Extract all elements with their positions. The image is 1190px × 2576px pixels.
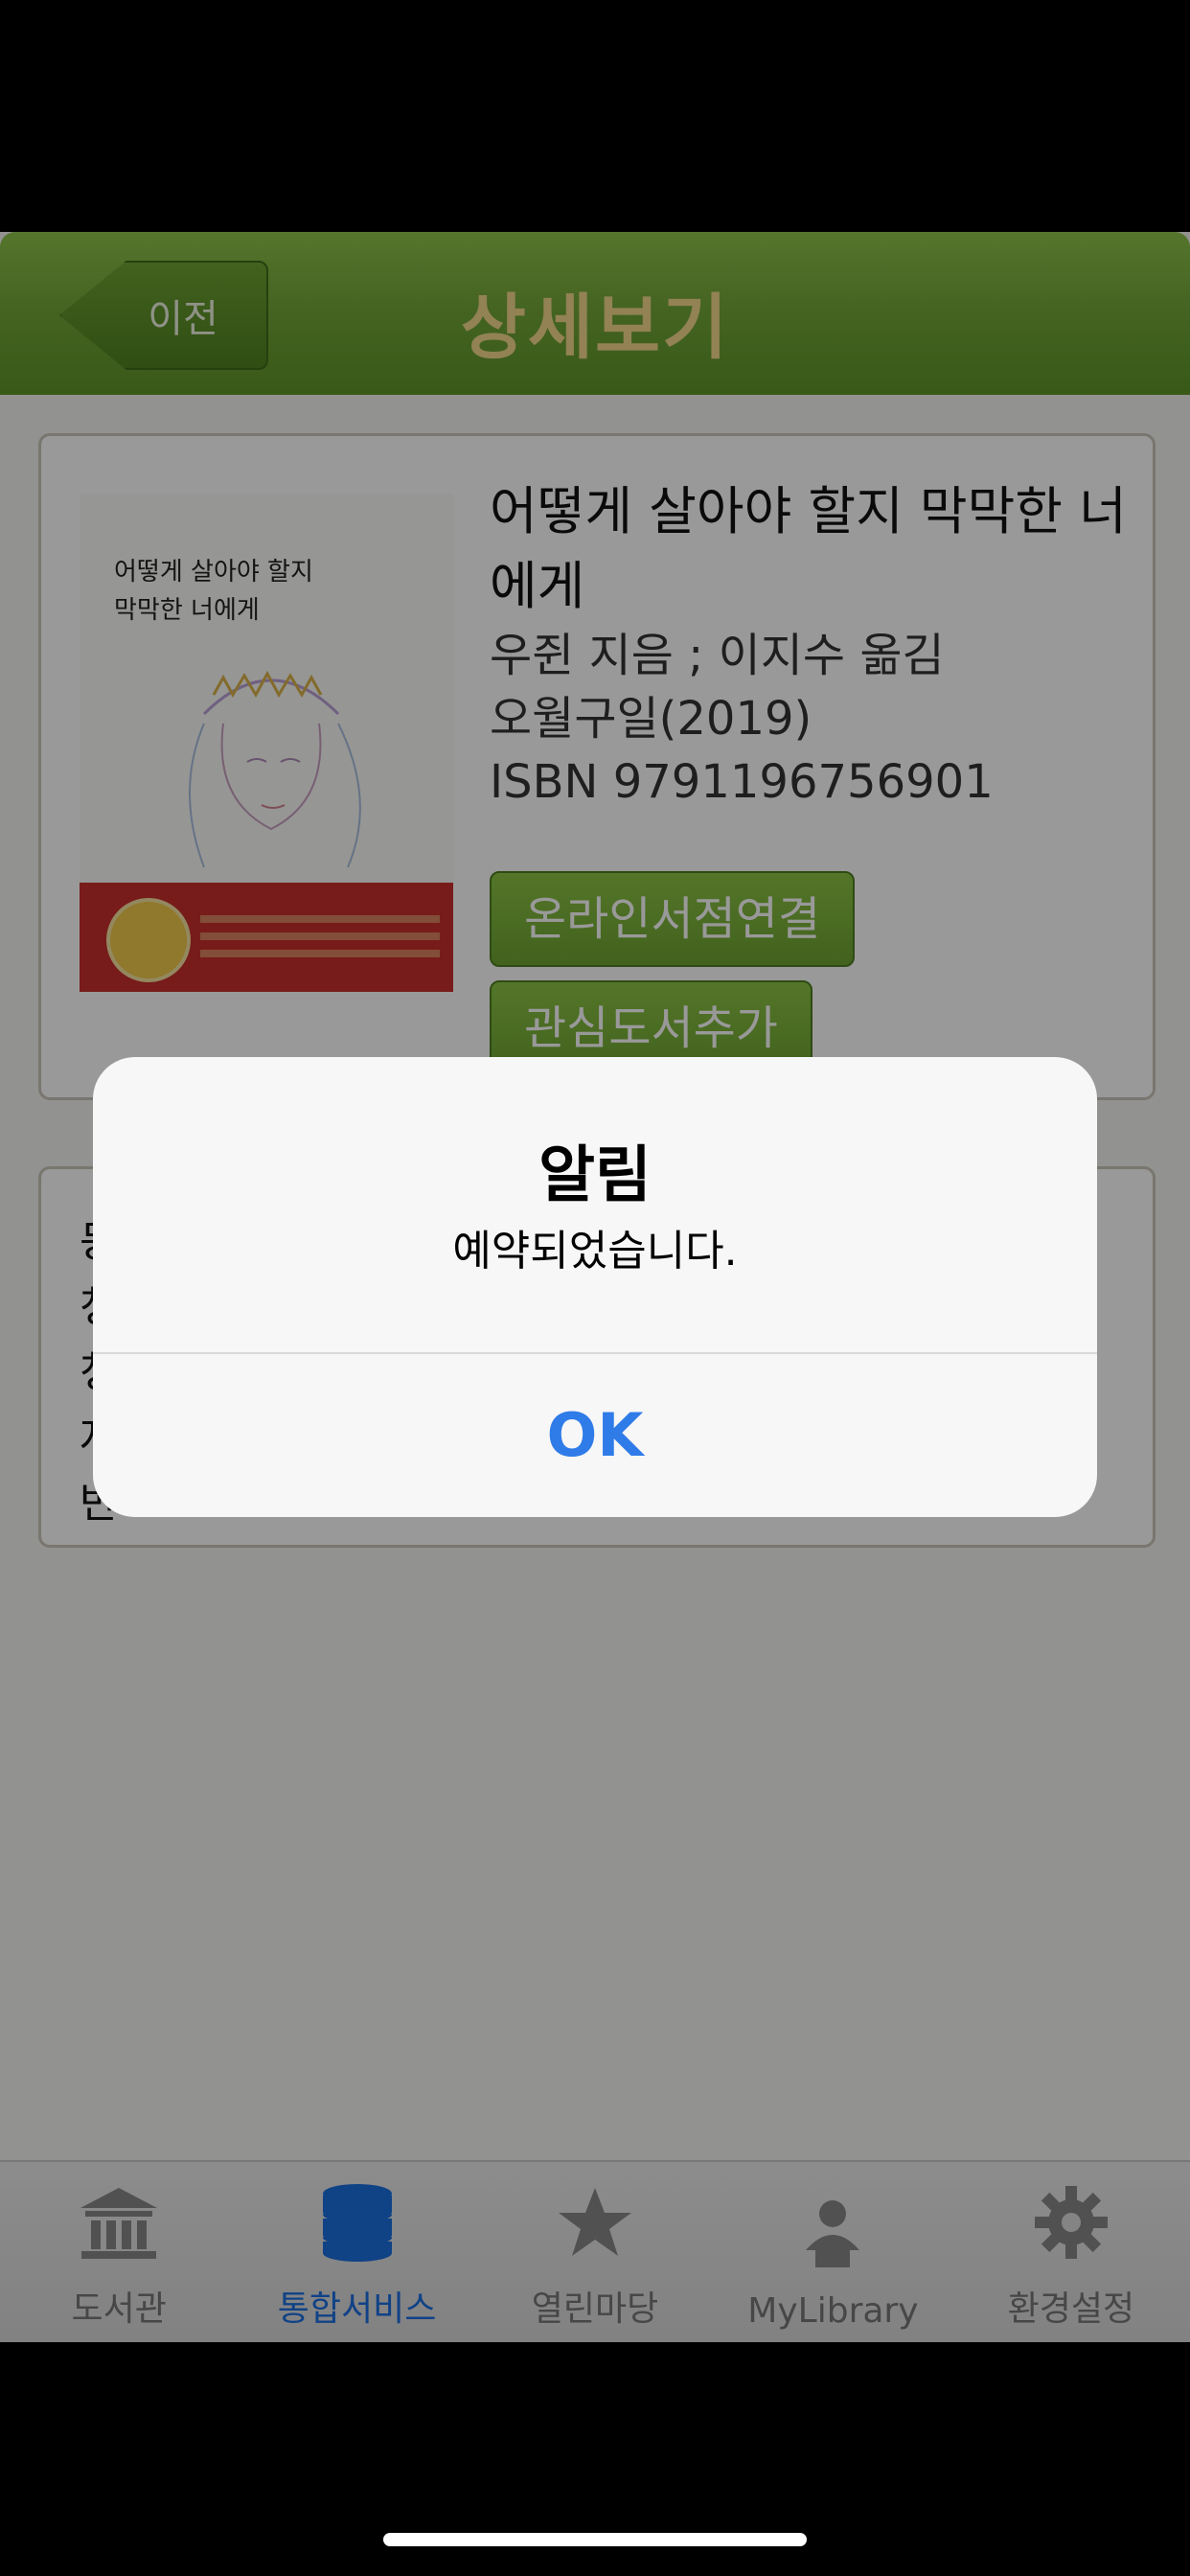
alert-dialog: 알림 예약되었습니다. OK [93, 1057, 1097, 1517]
alert-title: 알림 [538, 1140, 652, 1211]
alert-message: 예약되었습니다. [452, 1227, 738, 1276]
alert-ok-button[interactable]: OK [93, 1354, 1097, 1517]
home-indicator[interactable] [383, 2533, 807, 2546]
